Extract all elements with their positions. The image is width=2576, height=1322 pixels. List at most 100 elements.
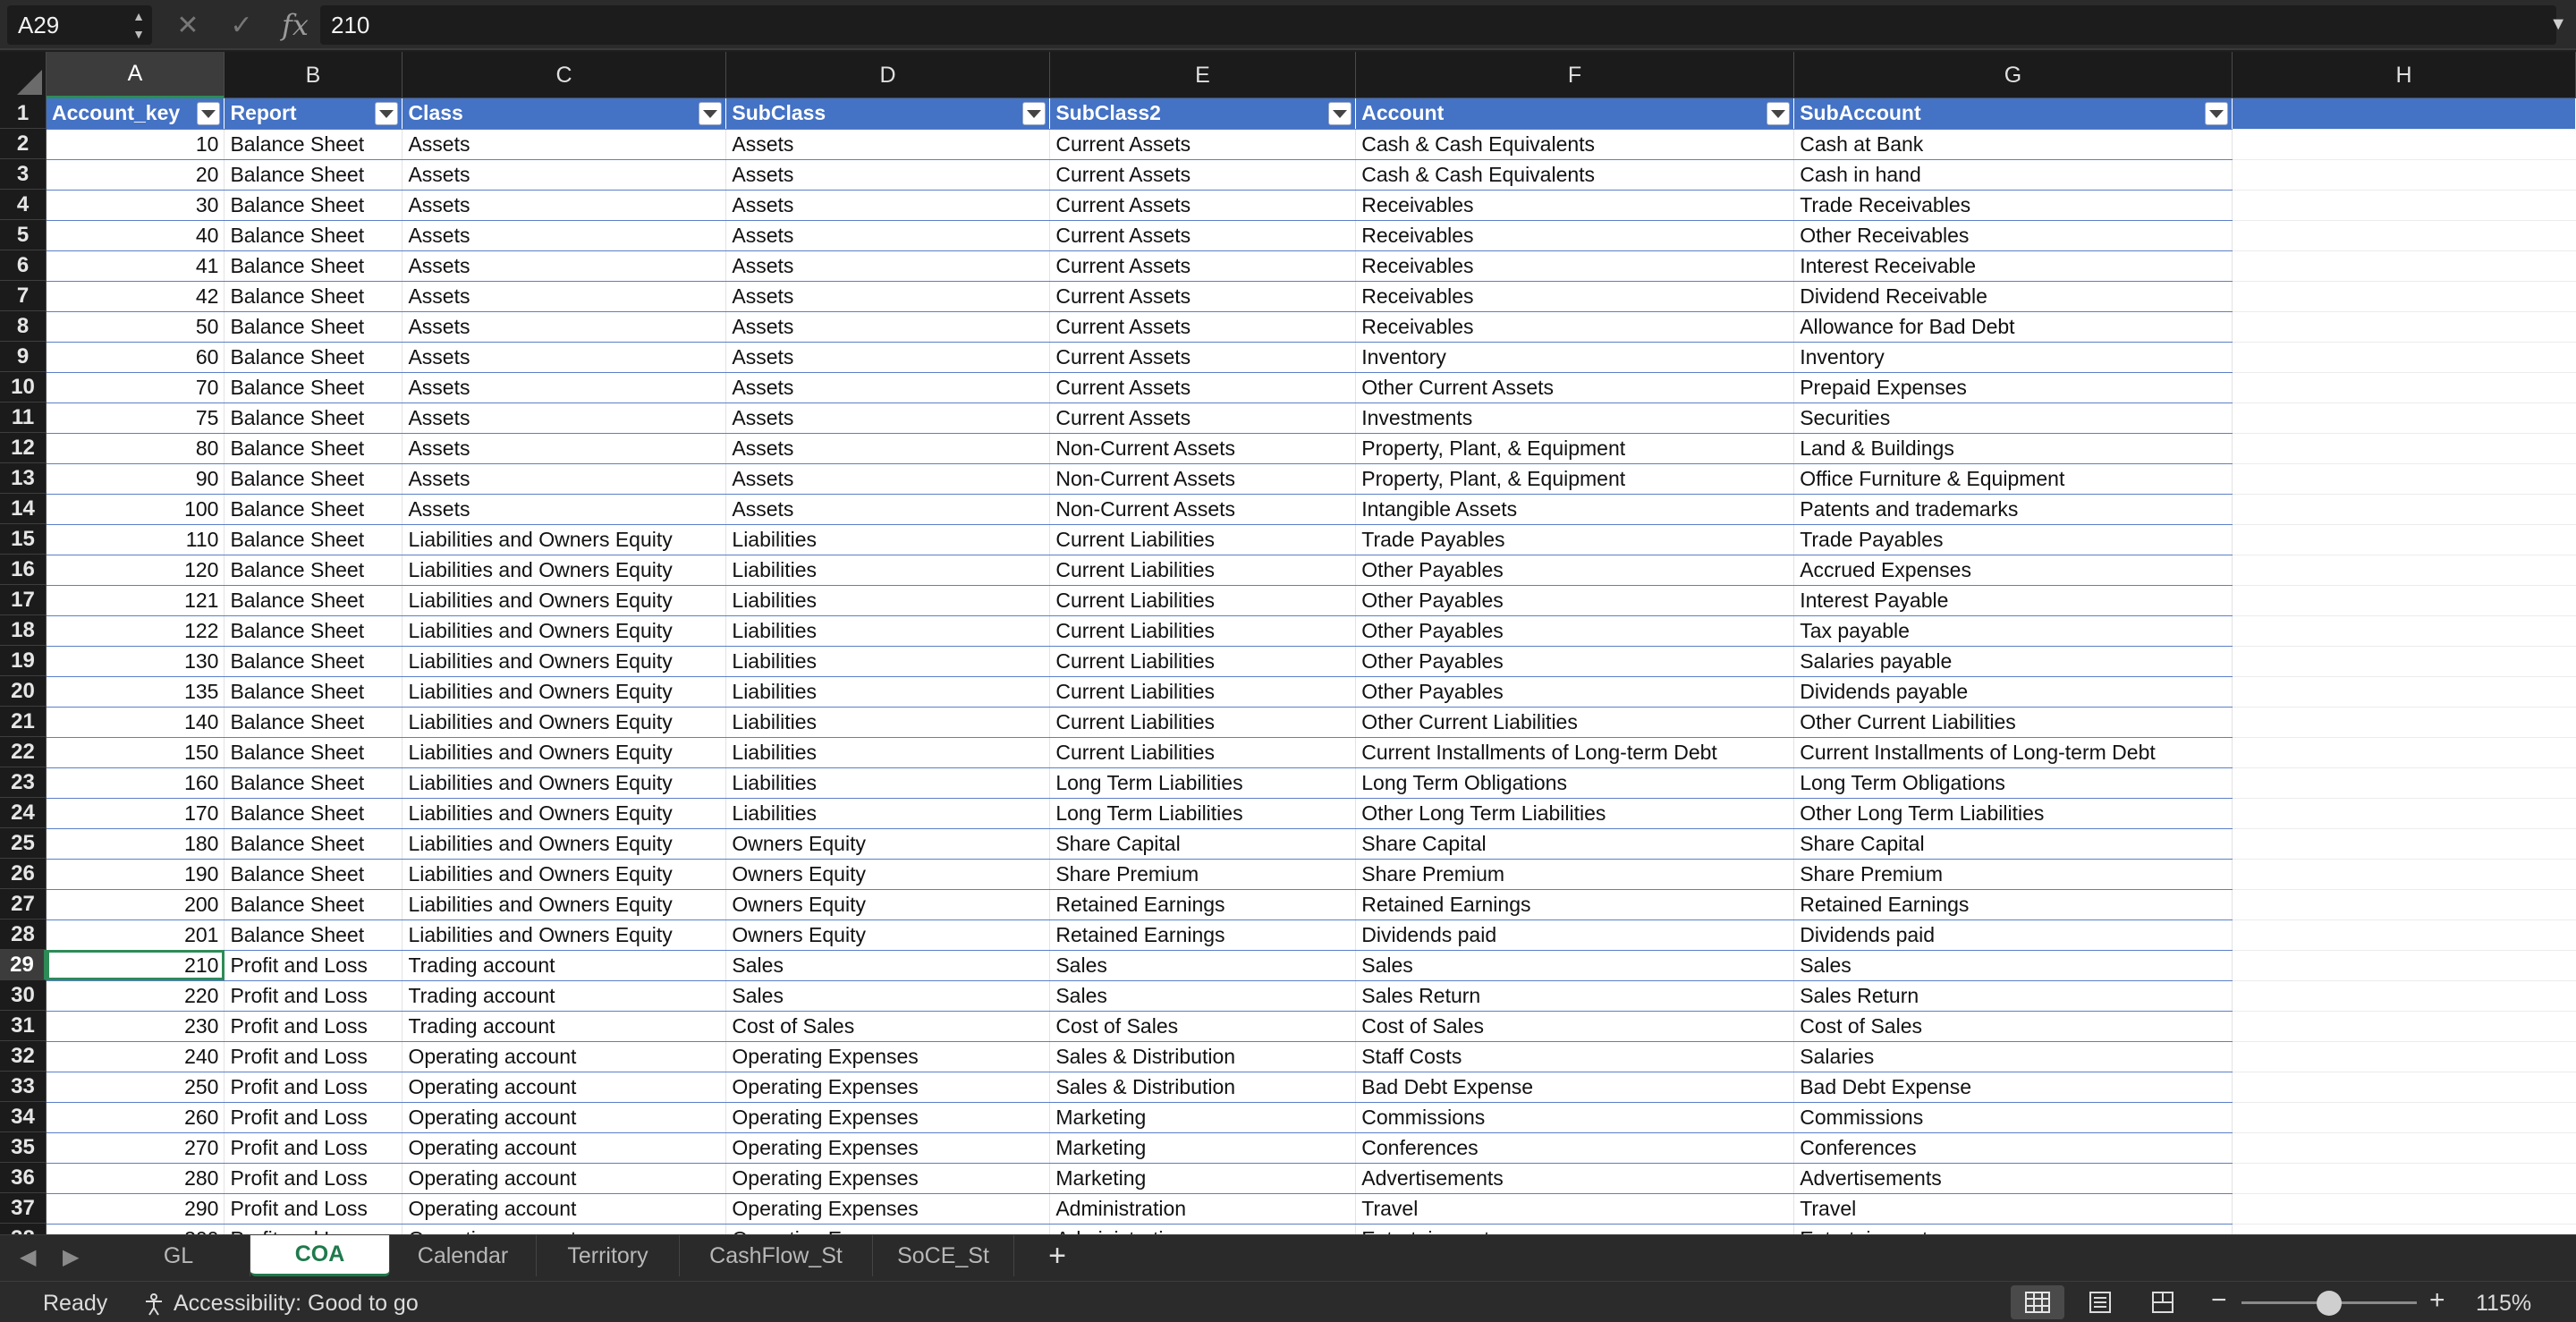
table-cell[interactable]: Assets [402, 403, 727, 434]
table-cell[interactable]: Operating account [402, 1072, 727, 1103]
table-cell[interactable]: Assets [725, 281, 1051, 312]
table-header-cell[interactable]: SubClass2 [1049, 98, 1357, 130]
table-cell[interactable]: Administration [1049, 1193, 1357, 1225]
table-header-cell[interactable]: SubAccount [1793, 98, 2233, 130]
table-cell[interactable]: Assets [725, 311, 1051, 343]
row-header-29[interactable]: 29 [0, 950, 47, 980]
table-cell[interactable]: Staff Costs [1355, 1041, 1795, 1072]
table-cell[interactable]: Operating Expenses [725, 1041, 1051, 1072]
table-cell[interactable]: Balance Sheet [224, 555, 403, 586]
table-cell[interactable]: Receivables [1355, 190, 1795, 221]
chevron-up-icon[interactable]: ▲ [132, 9, 145, 23]
table-header-cell[interactable]: Class [402, 98, 727, 130]
filter-dropdown-icon[interactable] [699, 102, 723, 125]
row-header-33[interactable]: 33 [0, 1072, 47, 1102]
table-cell[interactable]: Liabilities and Owners Equity [402, 615, 727, 647]
table-cell[interactable]: Current Liabilities [1049, 646, 1357, 677]
table-cell[interactable]: Dividends paid [1355, 919, 1795, 951]
table-cell[interactable]: Owners Equity [725, 889, 1051, 920]
row-header-19[interactable]: 19 [0, 646, 47, 676]
empty-cell[interactable] [2232, 798, 2576, 829]
table-cell[interactable]: 280 [47, 1163, 225, 1194]
row-header-26[interactable]: 26 [0, 859, 47, 889]
zoom-level[interactable]: 115% [2476, 1291, 2531, 1317]
row-header-31[interactable]: 31 [0, 1011, 47, 1041]
table-cell[interactable]: Profit and Loss [224, 1011, 403, 1042]
table-cell[interactable]: Non-Current Assets [1049, 463, 1357, 495]
table-cell[interactable]: Property, Plant, & Equipment [1355, 463, 1795, 495]
table-cell[interactable]: Trading account [402, 1011, 727, 1042]
insert-function-icon[interactable]: fx [277, 7, 313, 43]
table-cell[interactable]: 135 [47, 676, 225, 708]
table-cell[interactable]: Sales Return [1793, 980, 2233, 1012]
table-cell[interactable]: Assets [725, 403, 1051, 434]
empty-cell[interactable] [2232, 919, 2576, 951]
table-cell[interactable]: Inventory [1793, 342, 2233, 373]
table-cell[interactable]: Sales [1355, 950, 1795, 981]
table-cell[interactable]: Assets [402, 190, 727, 221]
empty-cell[interactable] [2232, 646, 2576, 677]
empty-cell[interactable] [2232, 707, 2576, 738]
column-header-e[interactable]: E [1050, 52, 1356, 98]
table-cell[interactable]: Assets [725, 433, 1051, 464]
row-header-32[interactable]: 32 [0, 1041, 47, 1072]
filter-dropdown-icon[interactable] [197, 102, 221, 125]
table-cell[interactable]: Assets [725, 463, 1051, 495]
table-cell[interactable]: Operating account [402, 1132, 727, 1164]
table-cell[interactable]: 290 [47, 1193, 225, 1225]
row-header-27[interactable]: 27 [0, 889, 47, 919]
table-cell[interactable]: Balance Sheet [224, 767, 403, 799]
table-cell[interactable]: Interest Receivable [1793, 250, 2233, 282]
table-cell[interactable]: Dividends payable [1793, 676, 2233, 708]
table-cell[interactable]: Retained Earnings [1049, 919, 1357, 951]
table-cell[interactable]: Operating account [402, 1102, 727, 1133]
table-cell[interactable]: Conferences [1355, 1132, 1795, 1164]
table-cell[interactable]: Retained Earnings [1355, 889, 1795, 920]
table-cell[interactable]: Balance Sheet [224, 281, 403, 312]
table-cell[interactable]: Current Liabilities [1049, 615, 1357, 647]
table-cell[interactable]: Operating Expenses [725, 1132, 1051, 1164]
table-cell[interactable]: Bad Debt Expense [1355, 1072, 1795, 1103]
table-cell[interactable]: Long Term Obligations [1793, 767, 2233, 799]
empty-cell[interactable] [2232, 220, 2576, 251]
table-cell[interactable]: Balance Sheet [224, 524, 403, 555]
table-cell[interactable]: Prepaid Expenses [1793, 372, 2233, 403]
table-cell[interactable]: 300 [47, 1224, 225, 1234]
table-cell[interactable]: Balance Sheet [224, 798, 403, 829]
table-cell[interactable]: Sales [725, 950, 1051, 981]
table-cell[interactable]: Balance Sheet [224, 585, 403, 616]
column-header-d[interactable]: D [726, 52, 1050, 98]
table-cell[interactable]: 130 [47, 646, 225, 677]
table-cell[interactable]: Profit and Loss [224, 950, 403, 981]
row-header-20[interactable]: 20 [0, 676, 47, 707]
table-cell[interactable]: Assets [725, 494, 1051, 525]
table-cell[interactable]: Operating account [402, 1163, 727, 1194]
table-cell[interactable]: Profit and Loss [224, 1224, 403, 1234]
table-cell[interactable]: Sales Return [1355, 980, 1795, 1012]
empty-cell[interactable] [2232, 585, 2576, 616]
table-cell[interactable]: Balance Sheet [224, 220, 403, 251]
table-cell[interactable]: Marketing [1049, 1102, 1357, 1133]
table-cell[interactable]: Profit and Loss [224, 1132, 403, 1164]
empty-cell[interactable] [2232, 1011, 2576, 1042]
table-cell[interactable]: 110 [47, 524, 225, 555]
row-header-5[interactable]: 5 [0, 220, 47, 250]
row-header-35[interactable]: 35 [0, 1132, 47, 1163]
column-header-f[interactable]: F [1356, 52, 1794, 98]
table-cell[interactable]: Cash at Bank [1793, 129, 2233, 160]
table-cell[interactable]: 210 [47, 950, 225, 981]
table-cell[interactable]: Owners Equity [725, 828, 1051, 860]
column-header-h[interactable]: H [2233, 52, 2576, 98]
table-cell[interactable]: Assets [402, 250, 727, 282]
row-header-14[interactable]: 14 [0, 494, 47, 524]
empty-cell[interactable] [2232, 342, 2576, 373]
table-cell[interactable]: Other Payables [1355, 646, 1795, 677]
table-cell[interactable]: 10 [47, 129, 225, 160]
table-cell[interactable]: Assets [725, 342, 1051, 373]
table-cell[interactable]: Assets [402, 129, 727, 160]
table-cell[interactable]: Cash in hand [1793, 159, 2233, 191]
row-header-15[interactable]: 15 [0, 524, 47, 555]
table-cell[interactable]: Sales & Distribution [1049, 1072, 1357, 1103]
table-cell[interactable]: Operating Expenses [725, 1193, 1051, 1225]
table-cell[interactable]: Liabilities and Owners Equity [402, 524, 727, 555]
